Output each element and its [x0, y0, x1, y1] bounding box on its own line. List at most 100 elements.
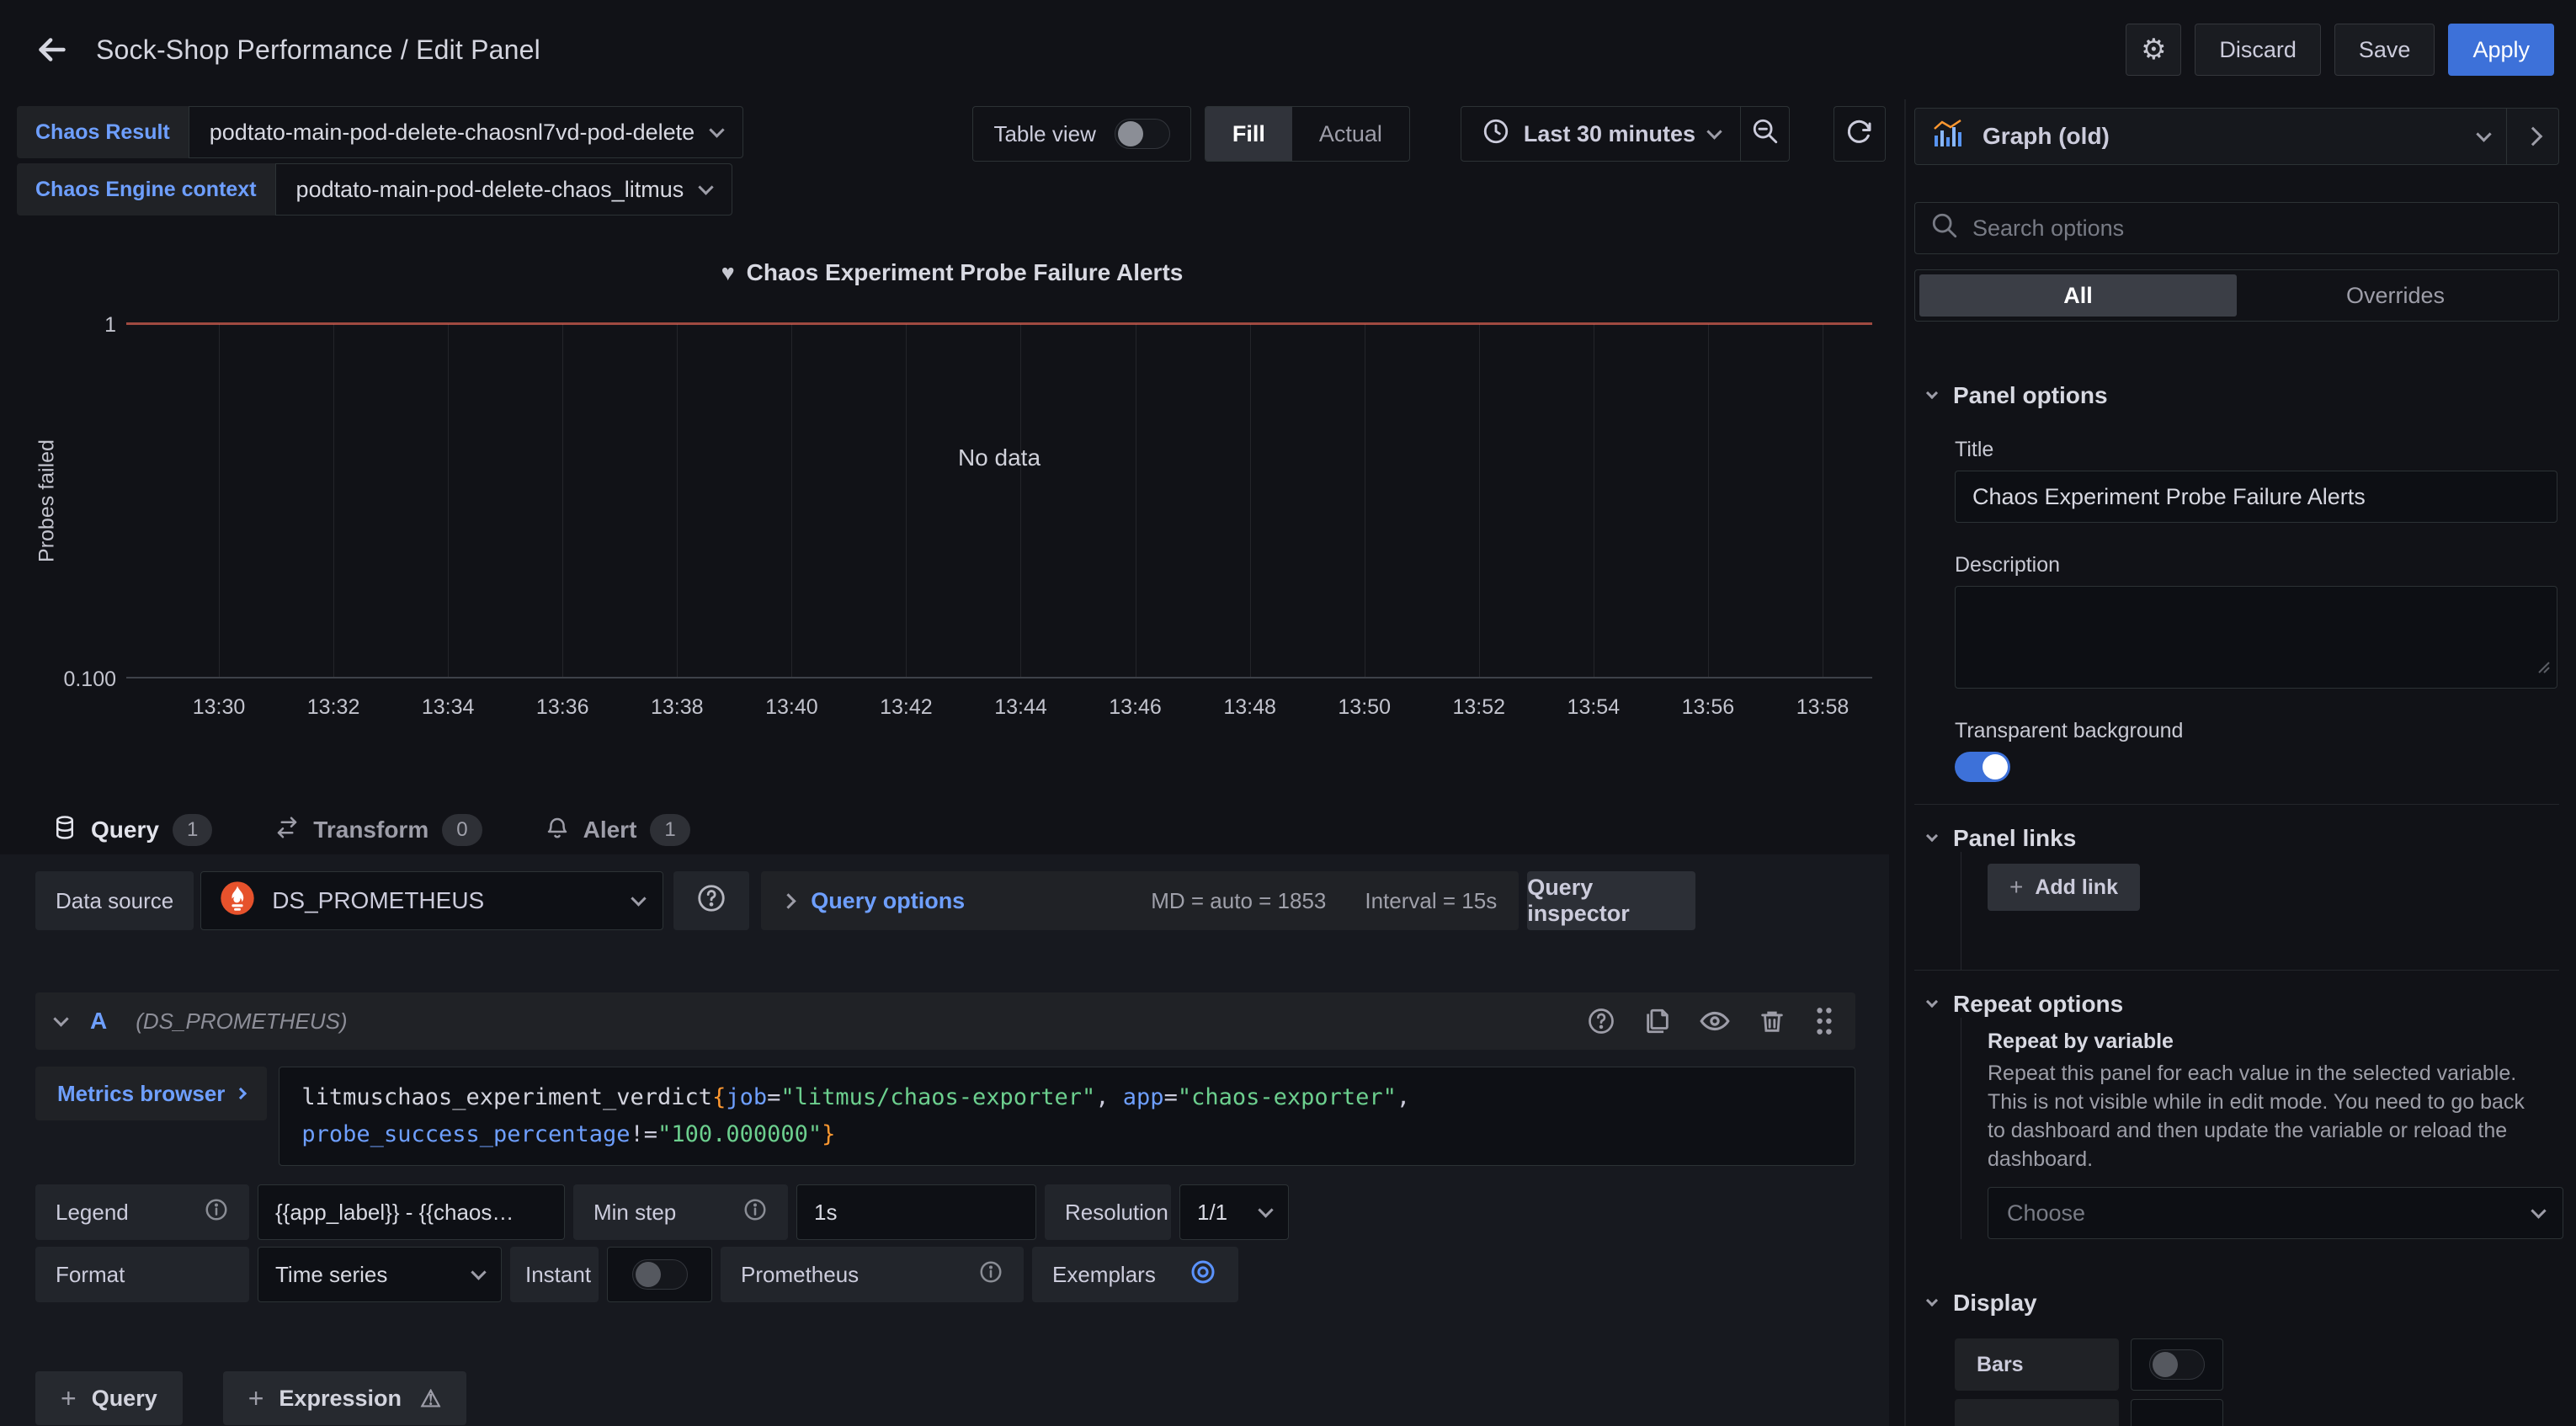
tab-alert[interactable]: Alert 1 [526, 805, 709, 855]
tab-count-badge: 0 [442, 814, 482, 846]
panel-toolbar: Table view Fill Actual Last 30 minutes [972, 106, 1886, 162]
chevron-down-icon [631, 891, 646, 906]
metrics-browser-button[interactable]: Metrics browser [35, 1067, 267, 1120]
panel-settings-button[interactable]: ⚙ [2126, 24, 2181, 76]
prometheus-icon [220, 881, 255, 922]
page-title: Sock-Shop Performance / Edit Panel [96, 35, 540, 66]
add-expression-label: Expression [279, 1386, 402, 1412]
x-tick-label: 13:46 [1109, 689, 1162, 726]
chevron-right-icon [2523, 127, 2542, 146]
prometheus-type-label: Prometheus [741, 1262, 859, 1288]
min-step-field: Min step [573, 1184, 788, 1240]
save-button[interactable]: Save [2334, 24, 2435, 76]
refresh-button[interactable] [1834, 106, 1886, 162]
database-icon [52, 815, 77, 846]
chevron-down-icon [699, 179, 714, 194]
actual-button[interactable]: Actual [1292, 107, 1409, 161]
legend-input[interactable] [275, 1200, 547, 1226]
chevron-down-icon [709, 122, 724, 137]
section-divider [1914, 970, 2559, 971]
table-view-toggle[interactable] [1115, 119, 1170, 149]
x-tick-label: 13:44 [994, 689, 1047, 726]
toggle-options-pane-button[interactable] [2506, 109, 2558, 164]
datasource-picker[interactable]: DS_PROMETHEUS [200, 871, 663, 930]
promql-editor[interactable]: litmuschaos_experiment_verdict{job="litm… [279, 1067, 1855, 1166]
drag-handle-icon[interactable] [1813, 1006, 1835, 1036]
transparent-background-toggle[interactable] [1955, 752, 2010, 782]
back-arrow-icon[interactable] [22, 19, 82, 80]
section-divider [1914, 804, 2559, 805]
apply-button[interactable]: Apply [2448, 24, 2554, 76]
display-header[interactable]: Display [1914, 1290, 2559, 1317]
options-search-input[interactable] [1972, 215, 2543, 242]
resolution-dropdown[interactable]: 1/1 [1179, 1184, 1289, 1240]
query-options-row-2: Format Time series Instant Prometheus Ex… [35, 1247, 1855, 1302]
toggle-visibility-icon[interactable] [1699, 1005, 1731, 1037]
promql-token: != [631, 1121, 658, 1147]
tab-query[interactable]: Query 1 [34, 805, 231, 855]
variable-value-dropdown[interactable]: podtato-main-pod-delete-chaosnl7vd-pod-d… [189, 106, 743, 158]
info-icon [978, 1259, 1003, 1290]
x-tick-label: 13:54 [1567, 689, 1621, 726]
delete-query-icon[interactable] [1758, 1007, 1786, 1035]
exemplars-toggle-icon[interactable] [1188, 1257, 1218, 1293]
add-link-label: Add link [2035, 875, 2118, 900]
query-options-bar[interactable]: Query options MD = auto = 1853 Interval … [761, 871, 1519, 930]
threshold-line [126, 322, 1872, 325]
instant-toggle-frame [607, 1247, 712, 1302]
resize-handle-icon[interactable] [2536, 656, 2552, 682]
repeat-variable-select[interactable]: Choose [1988, 1187, 2563, 1239]
query-inspector-button[interactable]: Query inspector [1527, 871, 1695, 930]
add-query-button[interactable]: + Query [35, 1371, 183, 1425]
bars-toggle[interactable] [2149, 1349, 2205, 1380]
promql-token: = [1164, 1084, 1178, 1110]
min-step-input[interactable] [814, 1200, 1019, 1226]
search-icon [1930, 211, 1959, 246]
add-link-button[interactable]: + Add link [1988, 864, 2140, 911]
format-dropdown[interactable]: Time series [258, 1247, 502, 1302]
discard-button[interactable]: Discard [2195, 24, 2321, 76]
repeat-select-placeholder: Choose [2007, 1200, 2085, 1226]
x-tick-label: 13:40 [765, 689, 818, 726]
query-row-header[interactable]: A (DS_PROMETHEUS) [35, 992, 1855, 1050]
collapse-chevron-icon[interactable] [53, 1011, 68, 1026]
promql-token: app [1123, 1084, 1164, 1110]
x-tick-label: 13:58 [1796, 689, 1850, 726]
fill-button[interactable]: Fill [1206, 107, 1292, 161]
main-area: Chaos Result podtato-main-pod-delete-cha… [0, 99, 1904, 1426]
promql-token: litmuschaos_experiment_verdict [301, 1084, 712, 1110]
tab-all[interactable]: All [1919, 274, 2237, 317]
add-expression-button[interactable]: + Expression ⚠ [223, 1371, 466, 1425]
section-heading: Repeat options [1953, 991, 2123, 1018]
tab-transform[interactable]: Transform 0 [256, 805, 500, 855]
instant-toggle[interactable] [632, 1259, 688, 1290]
panel-options-header[interactable]: Panel options [1914, 382, 2559, 409]
y-tick-0100: 0.100 [0, 668, 116, 692]
transparent-background-label: Transparent background [1955, 719, 2559, 743]
repeat-options-header[interactable]: Repeat options [1914, 991, 2559, 1018]
tab-overrides[interactable]: Overrides [2237, 274, 2554, 317]
panel-title-input[interactable] [1955, 471, 2557, 523]
panel-links-header[interactable]: Panel links [1914, 825, 2559, 852]
legend-label: Legend [56, 1200, 129, 1226]
duplicate-query-icon[interactable] [1643, 1007, 1672, 1035]
x-axis: 13:3013:3213:3413:3613:3813:4013:4213:44… [126, 689, 1872, 726]
datasource-help-button[interactable] [673, 871, 749, 930]
variable-chaos-result: Chaos Result podtato-main-pod-delete-cha… [17, 106, 743, 158]
editor-tabs: Query 1 Transform 0 Alert 1 [34, 805, 709, 855]
query-help-icon[interactable] [1586, 1006, 1616, 1036]
interval-info: Interval = 15s [1365, 888, 1497, 914]
chevron-down-icon [1926, 1295, 1938, 1306]
time-range-control: Last 30 minutes [1461, 106, 1790, 162]
no-data-text: No data [958, 444, 1041, 471]
zoom-out-button[interactable] [1740, 107, 1789, 161]
visualization-dropdown[interactable]: Graph (old) [1915, 119, 2506, 155]
time-range-picker[interactable]: Last 30 minutes [1461, 107, 1740, 161]
resolution-label: Resolution [1045, 1184, 1171, 1240]
description-textarea[interactable] [1955, 586, 2557, 689]
title-label: Title [1955, 438, 2559, 462]
variable-value-dropdown[interactable]: podtato-main-pod-delete-chaos_litmus [275, 163, 733, 215]
x-tick-label: 13:52 [1452, 689, 1505, 726]
promql-token: "100.000000" [657, 1121, 822, 1147]
section-heading: Panel options [1953, 382, 2108, 409]
